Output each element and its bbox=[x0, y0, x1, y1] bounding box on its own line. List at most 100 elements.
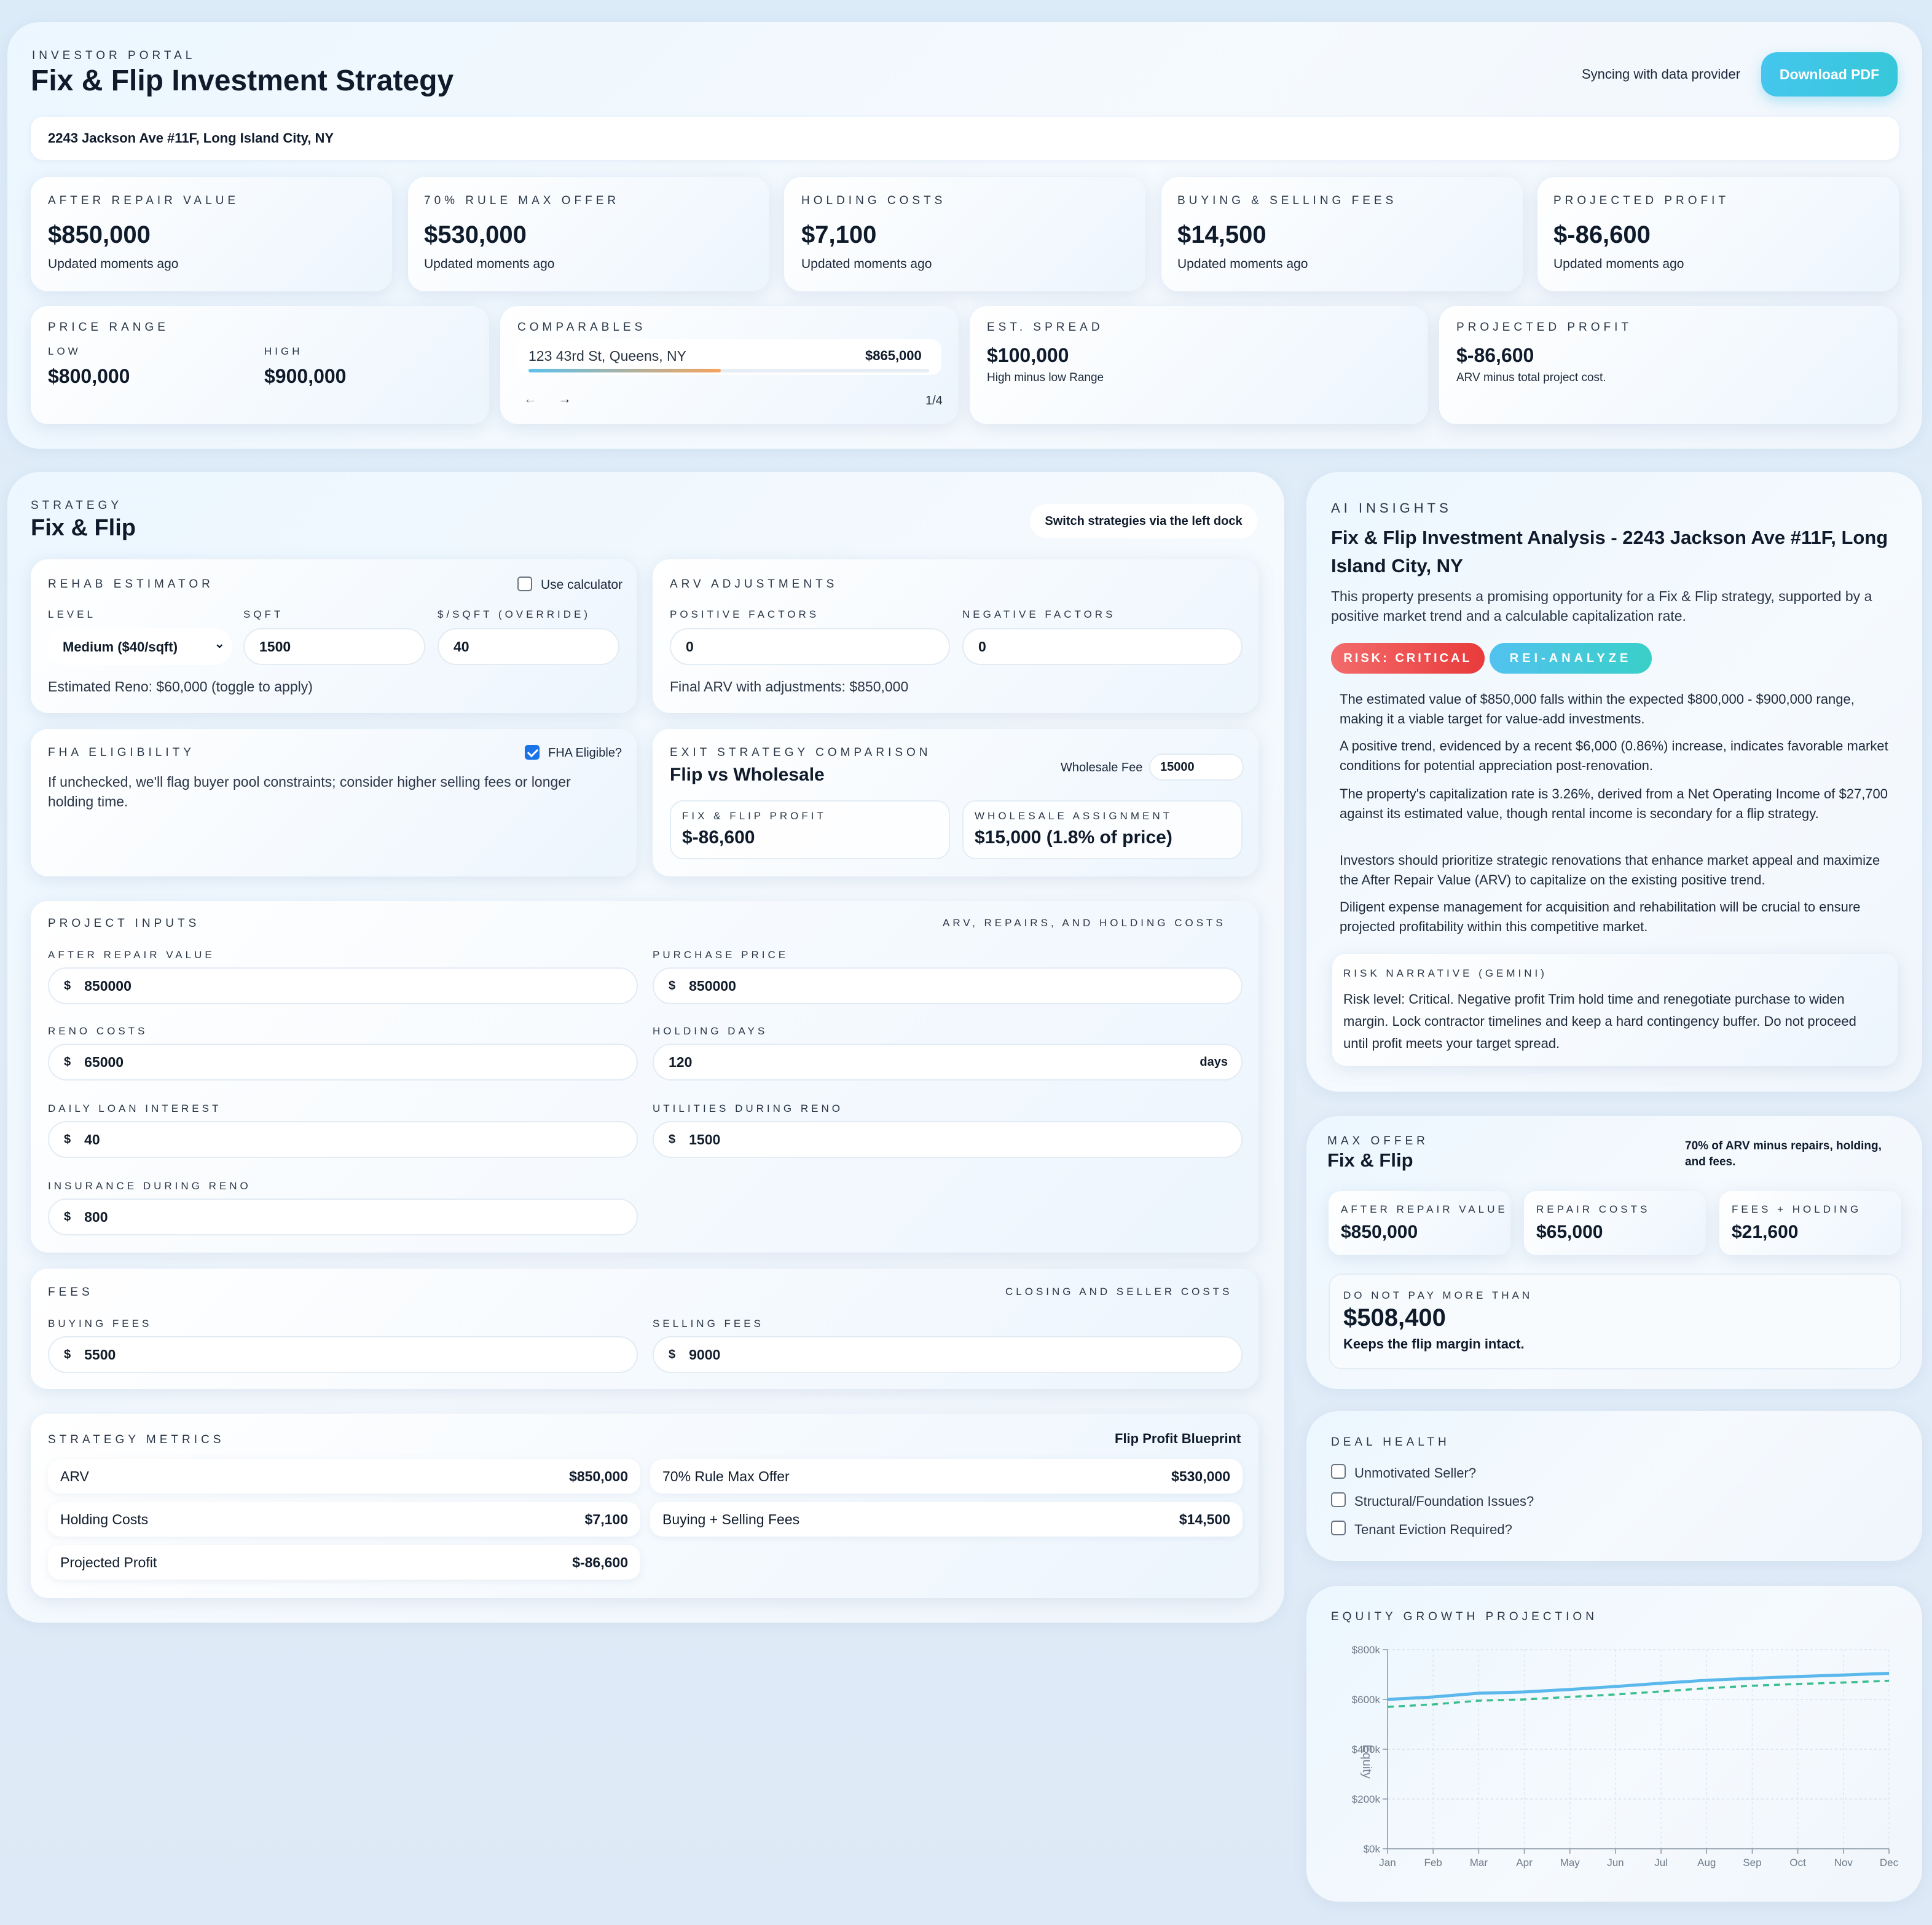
tenant-eviction-checkbox[interactable] bbox=[1331, 1521, 1346, 1535]
exit-title: Flip vs Wholesale bbox=[670, 765, 825, 785]
metric-key: Holding Costs bbox=[60, 1511, 149, 1527]
unmotivated-seller-checkbox[interactable] bbox=[1331, 1464, 1346, 1479]
comparable-address: 123 43rd St, Queens, NY bbox=[528, 348, 686, 364]
kpi-label: HOLDING COSTS bbox=[801, 194, 946, 207]
holding-days-label: HOLDING DAYS bbox=[653, 1025, 768, 1037]
kpi-value: $14,500 bbox=[1177, 221, 1266, 248]
utilities-input[interactable]: $1500 bbox=[653, 1121, 1243, 1158]
metric-key: 70% Rule Max Offer bbox=[662, 1468, 790, 1484]
risk-narrative-label: RISK NARRATIVE (GEMINI) bbox=[1343, 967, 1547, 979]
y-tick-label: $200k bbox=[1352, 1793, 1381, 1805]
comparable-progress-fill bbox=[528, 369, 721, 372]
loan-interest-value: 40 bbox=[84, 1131, 100, 1148]
metric-row: Projected Profit $-86,600 bbox=[48, 1545, 640, 1580]
negative-factors-input[interactable]: 0 bbox=[962, 628, 1243, 665]
structural-issues-checkbox[interactable] bbox=[1331, 1492, 1346, 1507]
metric-value: $-86,600 bbox=[572, 1554, 628, 1570]
selling-fees-value: 9000 bbox=[689, 1346, 721, 1363]
insight-point: A positive trend, evidenced by a recent … bbox=[1340, 738, 1888, 773]
currency: $ bbox=[669, 978, 676, 993]
buying-fees-input[interactable]: $5500 bbox=[48, 1336, 638, 1373]
utilities-label: UTILITIES DURING RENO bbox=[653, 1103, 843, 1114]
next-arrow-icon[interactable]: → bbox=[558, 391, 571, 407]
mo-fees-value: $21,600 bbox=[1732, 1222, 1799, 1242]
loan-interest-label: DAILY LOAN INTEREST bbox=[48, 1103, 222, 1114]
metric-row: Buying + Selling Fees $14,500 bbox=[650, 1502, 1243, 1537]
deal-health-item: Unmotivated Seller? bbox=[1354, 1465, 1477, 1481]
risk-badge: RISK: CRITICAL bbox=[1331, 643, 1485, 674]
insurance-label: INSURANCE DURING RENO bbox=[48, 1180, 251, 1192]
use-calculator-label: Use calculator bbox=[541, 578, 623, 592]
wholesale-fee-input[interactable]: 15000 bbox=[1149, 754, 1244, 781]
metric-key: Buying + Selling Fees bbox=[662, 1511, 800, 1527]
spread-label: EST. SPREAD bbox=[987, 321, 1104, 334]
price-high-label: HIGH bbox=[264, 345, 303, 357]
x-tick-label: Dec bbox=[1880, 1857, 1899, 1868]
kpi-label: AFTER REPAIR VALUE bbox=[48, 194, 240, 207]
kpi-label: 70% RULE MAX OFFER bbox=[424, 194, 620, 207]
fha-eligible-checkbox[interactable] bbox=[525, 745, 540, 760]
price-low-label: LOW bbox=[48, 345, 81, 357]
ai-summary: This property presents a promising oppor… bbox=[1331, 588, 1872, 624]
insurance-input[interactable]: $800 bbox=[48, 1199, 638, 1235]
kpi-sub: Updated moments ago bbox=[424, 257, 555, 271]
reno-costs-label: RENO COSTS bbox=[48, 1025, 148, 1037]
comparables-pager: 1/4 bbox=[925, 394, 943, 407]
loan-interest-input[interactable]: $40 bbox=[48, 1121, 638, 1158]
days-unit: days bbox=[1200, 1055, 1228, 1069]
insight-point: Investors should prioritize strategic re… bbox=[1340, 852, 1880, 888]
prev-arrow-icon[interactable]: ← bbox=[524, 391, 537, 407]
risk-narrative: Risk level: Critical. Negative profit Tr… bbox=[1343, 991, 1856, 1051]
kpi-value: $530,000 bbox=[424, 221, 527, 248]
mo-repair-value: $65,000 bbox=[1536, 1222, 1603, 1242]
profit-value: $-86,600 bbox=[1456, 344, 1534, 366]
wholesale-fee-value: 15000 bbox=[1160, 760, 1195, 774]
override-value: 40 bbox=[454, 638, 469, 655]
currency: $ bbox=[64, 978, 71, 993]
strategy-hint: Switch strategies via the left dock bbox=[1030, 504, 1257, 538]
comparable-price: $865,000 bbox=[865, 348, 922, 363]
x-tick-label: Jun bbox=[1607, 1857, 1624, 1868]
do-not-pay-value: $508,400 bbox=[1343, 1304, 1446, 1331]
kpi-value: $-86,600 bbox=[1553, 221, 1651, 248]
arv-input[interactable]: $850000 bbox=[48, 967, 638, 1004]
kpi-label: BUYING & SELLING FEES bbox=[1177, 194, 1397, 207]
x-tick-label: Feb bbox=[1424, 1857, 1442, 1868]
exit-label: EXIT STRATEGY COMPARISON bbox=[670, 746, 932, 759]
selling-fees-input[interactable]: $9000 bbox=[653, 1336, 1243, 1373]
spread-value: $100,000 bbox=[987, 344, 1069, 366]
reno-costs-input[interactable]: $65000 bbox=[48, 1044, 638, 1081]
arv-adj-label: ARV ADJUSTMENTS bbox=[670, 578, 838, 591]
mo-fees-label: FEES + HOLDING bbox=[1732, 1203, 1862, 1215]
do-not-pay-sub: Keeps the flip margin intact. bbox=[1343, 1336, 1525, 1352]
equity-chart: $0k$200k$400k$600k$800kJan Feb Mar Apr May Ju… bbox=[1352, 1644, 1899, 1868]
holding-days-input[interactable]: 120 days bbox=[653, 1044, 1243, 1081]
sqft-input[interactable]: 1500 bbox=[243, 628, 425, 665]
tool-badge: REI-ANALYZE bbox=[1490, 643, 1652, 674]
fha-description: If unchecked, we'll flag buyer pool cons… bbox=[48, 774, 571, 809]
kpi-sub: Updated moments ago bbox=[1553, 257, 1684, 271]
metric-row: 70% Rule Max Offer $530,000 bbox=[650, 1459, 1243, 1494]
use-calculator-checkbox[interactable] bbox=[517, 577, 532, 591]
x-tick-label: Aug bbox=[1697, 1857, 1716, 1868]
metric-row: ARV $850,000 bbox=[48, 1459, 640, 1494]
purchase-price-value: 850000 bbox=[689, 977, 736, 994]
negative-factors-label: NEGATIVE FACTORS bbox=[962, 608, 1116, 620]
strategy-eyebrow: STRATEGY bbox=[31, 499, 122, 512]
max-offer-title: Fix & Flip bbox=[1327, 1149, 1413, 1171]
positive-factors-input[interactable]: 0 bbox=[670, 628, 950, 665]
metric-value: $14,500 bbox=[1179, 1511, 1230, 1527]
positive-value: 0 bbox=[686, 638, 694, 655]
project-inputs-label: PROJECT INPUTS bbox=[48, 917, 200, 930]
deal-health-panel bbox=[1306, 1411, 1922, 1561]
metric-value: $530,000 bbox=[1171, 1468, 1230, 1484]
purchase-price-input[interactable]: $850000 bbox=[653, 967, 1243, 1004]
x-tick-label: Mar bbox=[1470, 1857, 1488, 1868]
insurance-value: 800 bbox=[84, 1208, 108, 1225]
override-input[interactable]: 40 bbox=[438, 628, 619, 665]
kpi-label: PROJECTED PROFIT bbox=[1553, 194, 1730, 207]
kpi-value: $850,000 bbox=[48, 221, 151, 248]
kpi-sub: Updated moments ago bbox=[801, 257, 932, 271]
download-pdf-button[interactable]: Download PDF bbox=[1761, 52, 1898, 96]
wholesale-value: $15,000 (1.8% of price) bbox=[975, 827, 1172, 848]
